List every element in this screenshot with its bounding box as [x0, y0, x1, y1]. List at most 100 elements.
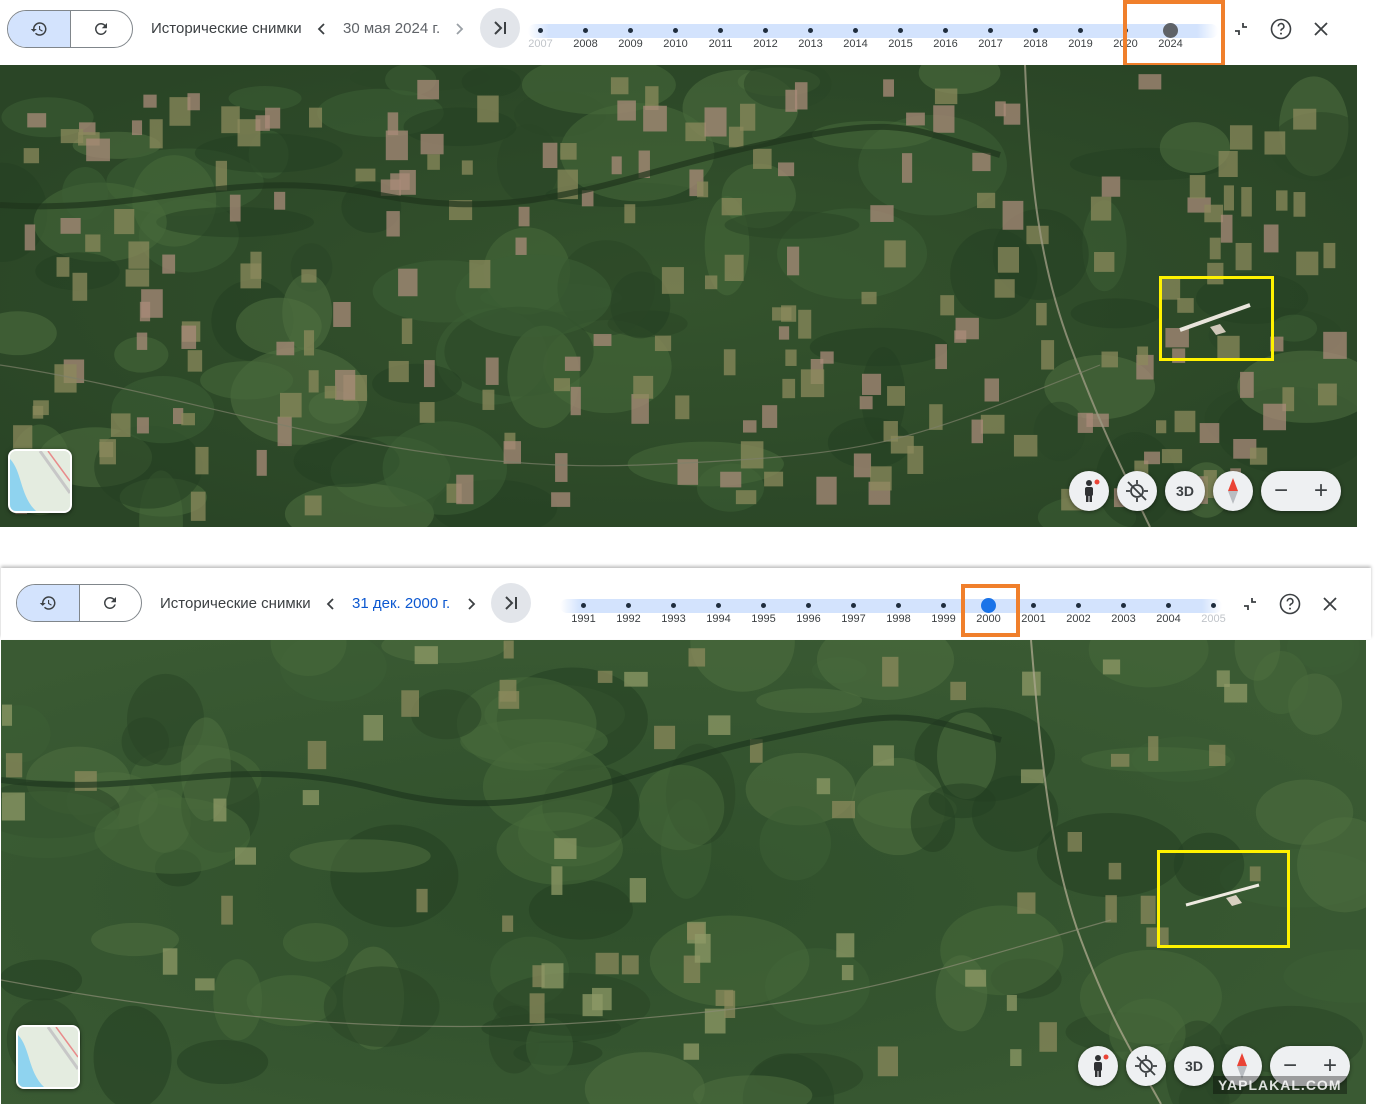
timeline-year-2016[interactable]: 2016 — [923, 20, 968, 50]
selected-year-highlight — [1123, 0, 1225, 67]
timeline-dot — [718, 28, 723, 33]
timeline-dot — [898, 28, 903, 33]
timeline-year-2003[interactable]: 2003 — [1101, 595, 1146, 625]
timeline-year-label: 2011 — [708, 38, 733, 50]
street-view-button[interactable] — [1069, 471, 1109, 511]
previous-date-button[interactable] — [323, 596, 339, 612]
timeline-year-label: 2013 — [798, 38, 823, 50]
timeline-year-1991[interactable]: 1991 — [561, 595, 606, 625]
my-location-button[interactable] — [1117, 471, 1157, 511]
current-mode-button[interactable] — [80, 585, 142, 621]
compass-button[interactable] — [1213, 471, 1253, 511]
timeline-year-2013[interactable]: 2013 — [788, 20, 833, 50]
timeline-year-2007[interactable]: 2007 — [518, 20, 563, 50]
timeline-year-1992[interactable]: 1992 — [606, 595, 651, 625]
selected-year-highlight — [961, 584, 1020, 637]
timeline-dot — [1033, 28, 1038, 33]
history-icon — [30, 22, 47, 36]
history-icon — [39, 596, 56, 610]
zoom-out-button[interactable]: − — [1261, 471, 1301, 511]
help-button[interactable] — [1276, 590, 1304, 618]
history-mode-button[interactable] — [8, 11, 71, 47]
timeline-year-1999[interactable]: 1999 — [921, 595, 966, 625]
timeline-dot — [581, 603, 586, 608]
current-mode-button[interactable] — [71, 11, 133, 47]
timeline-year-label: 2009 — [618, 38, 643, 50]
timeline-year-label: 2014 — [843, 38, 868, 50]
chevron-left-icon — [317, 23, 325, 35]
next-date-button[interactable] — [463, 596, 479, 612]
timeline-year-2014[interactable]: 2014 — [833, 20, 878, 50]
timeline-year-2004[interactable]: 2004 — [1146, 595, 1191, 625]
history-mode-toggle[interactable] — [16, 584, 142, 622]
historical-imagery-title: Исторические снимки — [151, 20, 302, 37]
timeline-dot — [1031, 603, 1036, 608]
timeline-year-2012[interactable]: 2012 — [743, 20, 788, 50]
satellite-imagery — [0, 65, 1357, 527]
timeline-year-2008[interactable]: 2008 — [563, 20, 608, 50]
timeline-dot — [538, 28, 543, 33]
timeline-dot — [851, 603, 856, 608]
timeline-dot — [806, 603, 811, 608]
history-mode-button[interactable] — [17, 585, 80, 621]
timeline-year-2018[interactable]: 2018 — [1013, 20, 1058, 50]
airfield-highlight — [1157, 850, 1290, 948]
timeline-year-label: 2008 — [573, 38, 598, 50]
close-button[interactable] — [1316, 590, 1344, 618]
refresh-icon — [95, 22, 108, 35]
skip-to-latest-button[interactable] — [491, 583, 531, 623]
collapse-button[interactable] — [1227, 15, 1255, 43]
year-timeline[interactable]: 2007 2008 2009 2010 2011 2012 2013 2014 2015 2016… — [528, 20, 1218, 60]
satellite-map-2000[interactable]: 3D − + YAPLAKAL.COM — [1, 640, 1366, 1104]
timeline-year-1996[interactable]: 1996 — [786, 595, 831, 625]
timeline-year-2010[interactable]: 2010 — [653, 20, 698, 50]
minimap-image — [18, 1027, 78, 1087]
timeline-year-label: 2015 — [888, 38, 913, 50]
timeline-year-1995[interactable]: 1995 — [741, 595, 786, 625]
satellite-map-2024[interactable]: 3D − + — [0, 65, 1357, 527]
timeline-year-label: 1996 — [796, 613, 821, 625]
timeline-year-label: 2004 — [1156, 613, 1181, 625]
timeline-year-2019[interactable]: 2019 — [1058, 20, 1103, 50]
timeline-year-2005[interactable]: 2005 — [1191, 595, 1236, 625]
location-icon — [1126, 480, 1148, 502]
timeline-year-1993[interactable]: 1993 — [651, 595, 696, 625]
chevron-left-icon — [326, 598, 334, 610]
year-timeline[interactable]: 1991 1992 1993 1994 1995 1996 1997 1998 1999 2000… — [560, 595, 1226, 635]
previous-date-button[interactable] — [314, 21, 330, 37]
timeline-year-2017[interactable]: 2017 — [968, 20, 1013, 50]
timeline-year-label: 2019 — [1068, 38, 1093, 50]
timeline-dot — [943, 28, 948, 33]
history-mode-toggle[interactable] — [7, 10, 133, 48]
timeline-year-label: 2003 — [1111, 613, 1136, 625]
layer-switcher-thumbnail[interactable] — [16, 1025, 80, 1089]
refresh-icon — [104, 597, 117, 609]
current-date-label: 30 мая 2024 г. — [343, 20, 441, 37]
help-button[interactable] — [1267, 15, 1295, 43]
timeline-year-1998[interactable]: 1998 — [876, 595, 921, 625]
3d-toggle-button[interactable]: 3D — [1165, 471, 1205, 511]
my-location-button[interactable] — [1126, 1046, 1166, 1086]
timeline-year-label: 2005 — [1201, 613, 1226, 625]
zoom-in-button[interactable]: + — [1301, 471, 1341, 511]
timeline-year-1997[interactable]: 1997 — [831, 595, 876, 625]
layer-switcher-thumbnail[interactable] — [8, 449, 72, 513]
close-button[interactable] — [1307, 15, 1335, 43]
3d-toggle-button[interactable]: 3D — [1174, 1046, 1214, 1086]
pegman-icon — [1085, 479, 1100, 502]
timeline-dot — [1078, 28, 1083, 33]
historical-imagery-toolbar: Исторические снимки 30 мая 2024 г. 2007 2… — [0, 0, 1370, 67]
street-view-button[interactable] — [1078, 1046, 1118, 1086]
timeline-year-2002[interactable]: 2002 — [1056, 595, 1101, 625]
timeline-year-label: 1998 — [886, 613, 911, 625]
next-date-button[interactable] — [451, 21, 467, 37]
timeline-year-label: 2018 — [1023, 38, 1048, 50]
help-icon — [1270, 18, 1292, 40]
timeline-year-1994[interactable]: 1994 — [696, 595, 741, 625]
zoom-control: − + — [1261, 471, 1341, 511]
collapse-button[interactable] — [1236, 590, 1264, 618]
timeline-year-2015[interactable]: 2015 — [878, 20, 923, 50]
timeline-year-2009[interactable]: 2009 — [608, 20, 653, 50]
timeline-year-2011[interactable]: 2011 — [698, 20, 743, 50]
skip-to-latest-button[interactable] — [480, 8, 520, 48]
